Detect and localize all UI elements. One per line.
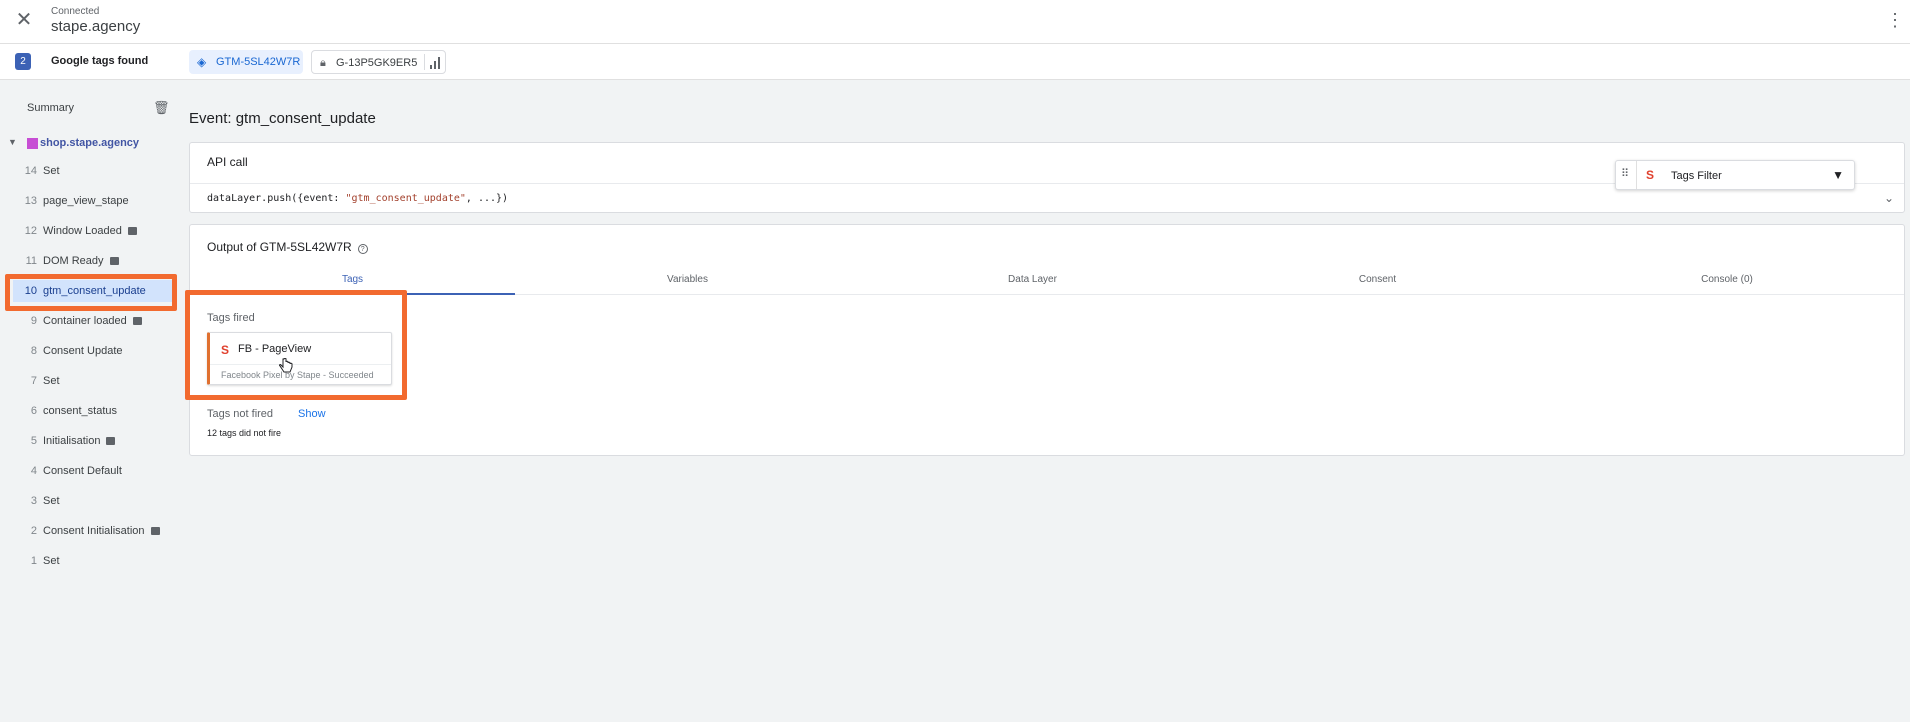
event-item[interactable]: 14 Set <box>13 160 175 182</box>
tab-console[interactable]: Console (0) <box>1550 265 1904 295</box>
clear-list-icon[interactable]: 🗑︎ <box>153 100 171 116</box>
triangle-down-icon[interactable]: ▼ <box>1832 168 1844 182</box>
stape-logo-icon: S <box>1646 168 1655 182</box>
show-not-fired-link[interactable]: Show <box>298 408 326 420</box>
event-number: 14 <box>24 165 37 177</box>
close-icon[interactable]: ✕ <box>14 10 34 30</box>
tab-tags[interactable]: Tags <box>190 265 515 295</box>
tags-fired-label: Tags fired <box>207 312 255 324</box>
tag-indicator-icon <box>132 317 142 325</box>
event-number: 12 <box>24 225 37 237</box>
event-name: Initialisation <box>43 435 116 447</box>
event-number: 6 <box>30 405 37 417</box>
event-name: Consent Initialisation <box>43 525 160 537</box>
event-item[interactable]: 2 Consent Initialisation <box>13 520 175 542</box>
container-id: GTM-5SL42W7R <box>216 56 301 68</box>
more-vert-icon[interactable]: ⋮ <box>1886 8 1904 32</box>
divider <box>1636 161 1637 189</box>
event-number: 3 <box>30 495 37 507</box>
chevron-down-icon[interactable]: ⌄ <box>1884 191 1894 205</box>
caret-down-icon[interactable]: ▼ <box>8 137 17 147</box>
event-name: Container loaded <box>43 315 142 327</box>
event-item[interactable]: 13 page_view_stape <box>13 190 175 212</box>
drag-handle-icon[interactable]: ⠿ <box>1621 167 1629 180</box>
event-name: DOM Ready <box>43 255 119 267</box>
api-call-title: API call <box>207 155 248 169</box>
event-item[interactable]: 7 Set <box>13 370 175 392</box>
event-name: page_view_stape <box>43 195 129 207</box>
output-title: Output of GTM-5SL42W7R? <box>207 240 368 254</box>
output-card: Output of GTM-5SL42W7R? Tags Variables D… <box>189 224 1905 456</box>
tags-filter-dropdown[interactable]: ⠿ S Tags Filter ▼ <box>1615 160 1855 190</box>
event-name: consent_status <box>43 405 117 417</box>
event-item[interactable]: 8 Consent Update <box>13 340 175 362</box>
event-name: Window Loaded <box>43 225 137 237</box>
help-icon[interactable]: ? <box>357 244 368 254</box>
divider <box>210 364 391 365</box>
container-chip-gtm[interactable]: ◈ GTM-5SL42W7R <box>189 50 303 74</box>
top-header: ✕ Connected stape.agency ⋮ <box>0 0 1910 44</box>
event-name: Set <box>43 375 60 387</box>
event-name: Set <box>43 495 60 507</box>
event-number: 4 <box>30 465 37 477</box>
container-chip-ga[interactable]: 🔒︎ G-13P5GK9ER5 <box>311 50 446 74</box>
fired-tag-card[interactable]: S FB - PageView Facebook Pixel by Stape … <box>207 332 392 385</box>
event-item[interactable]: 6 consent_status <box>13 400 175 422</box>
tag-count-badge: 2 <box>15 53 31 70</box>
tab-data-layer[interactable]: Data Layer <box>860 265 1205 295</box>
event-item[interactable]: 10 gtm_consent_update <box>13 280 175 302</box>
event-item[interactable]: 11 DOM Ready <box>13 250 175 272</box>
api-call-code: dataLayer.push({event: "gtm_consent_upda… <box>207 193 509 204</box>
event-item[interactable]: 3 Set <box>13 490 175 512</box>
tag-indicator-icon <box>109 257 119 265</box>
event-name: gtm_consent_update <box>43 285 146 297</box>
tag-indicator-icon <box>127 227 137 235</box>
event-name: Consent Default <box>43 465 122 477</box>
event-item[interactable]: 12 Window Loaded <box>13 220 175 242</box>
event-item[interactable]: 4 Consent Default <box>13 460 175 482</box>
hand-cursor-icon <box>279 358 293 373</box>
tag-status: Facebook Pixel by Stape - Succeeded <box>221 370 374 380</box>
event-number: 10 <box>24 285 37 297</box>
stape-logo-icon: S <box>221 343 230 357</box>
tag-indicator-icon <box>106 437 116 445</box>
container-id: G-13P5GK9ER5 <box>336 57 418 69</box>
event-number: 8 <box>30 345 37 357</box>
event-number: 5 <box>30 435 37 447</box>
event-name: Consent Update <box>43 345 123 357</box>
tags-found-label: Google tags found <box>51 55 149 67</box>
event-title: Event: gtm_consent_update <box>189 110 376 127</box>
tags-filter-label: Tags Filter <box>1671 170 1722 182</box>
event-number: 2 <box>30 525 37 537</box>
tab-variables[interactable]: Variables <box>515 265 860 295</box>
event-item[interactable]: 9 Container loaded <box>13 310 175 332</box>
tag-bar: 2 Google tags found ◈ GTM-5SL42W7R 🔒︎ G-… <box>0 44 1910 80</box>
connection-status: Connected <box>51 6 100 17</box>
event-number: 7 <box>30 375 37 387</box>
event-sidebar: Summary 🗑︎ ▼ shop.stape.agency 14 Set 13 pa… <box>0 80 180 722</box>
chip-divider <box>424 54 425 70</box>
not-fired-count: 12 tags did not fire <box>207 428 282 438</box>
event-name: Set <box>43 165 60 177</box>
page-color-square <box>27 138 38 149</box>
lock-icon: 🔒︎ <box>320 57 326 69</box>
bar-chart-icon[interactable] <box>430 57 442 69</box>
tab-consent[interactable]: Consent <box>1205 265 1550 295</box>
summary-item[interactable]: Summary <box>27 102 74 114</box>
page-url: shop.stape.agency <box>40 137 140 149</box>
site-title: stape.agency <box>51 18 141 35</box>
gtm-diamond-icon: ◈ <box>197 55 207 69</box>
tag-name: FB - PageView <box>238 343 312 355</box>
event-item[interactable]: 5 Initialisation <box>13 430 175 452</box>
event-number: 11 <box>25 255 37 267</box>
event-number: 1 <box>30 555 37 567</box>
tags-not-fired-label: Tags not fired <box>207 408 274 420</box>
output-tabs: Tags Variables Data Layer Consent Consol… <box>190 265 1904 295</box>
event-number: 9 <box>30 315 37 327</box>
event-number: 13 <box>24 195 37 207</box>
event-name: Set <box>43 555 60 567</box>
event-item[interactable]: 1 Set <box>13 550 175 572</box>
tag-indicator-icon <box>150 527 160 535</box>
